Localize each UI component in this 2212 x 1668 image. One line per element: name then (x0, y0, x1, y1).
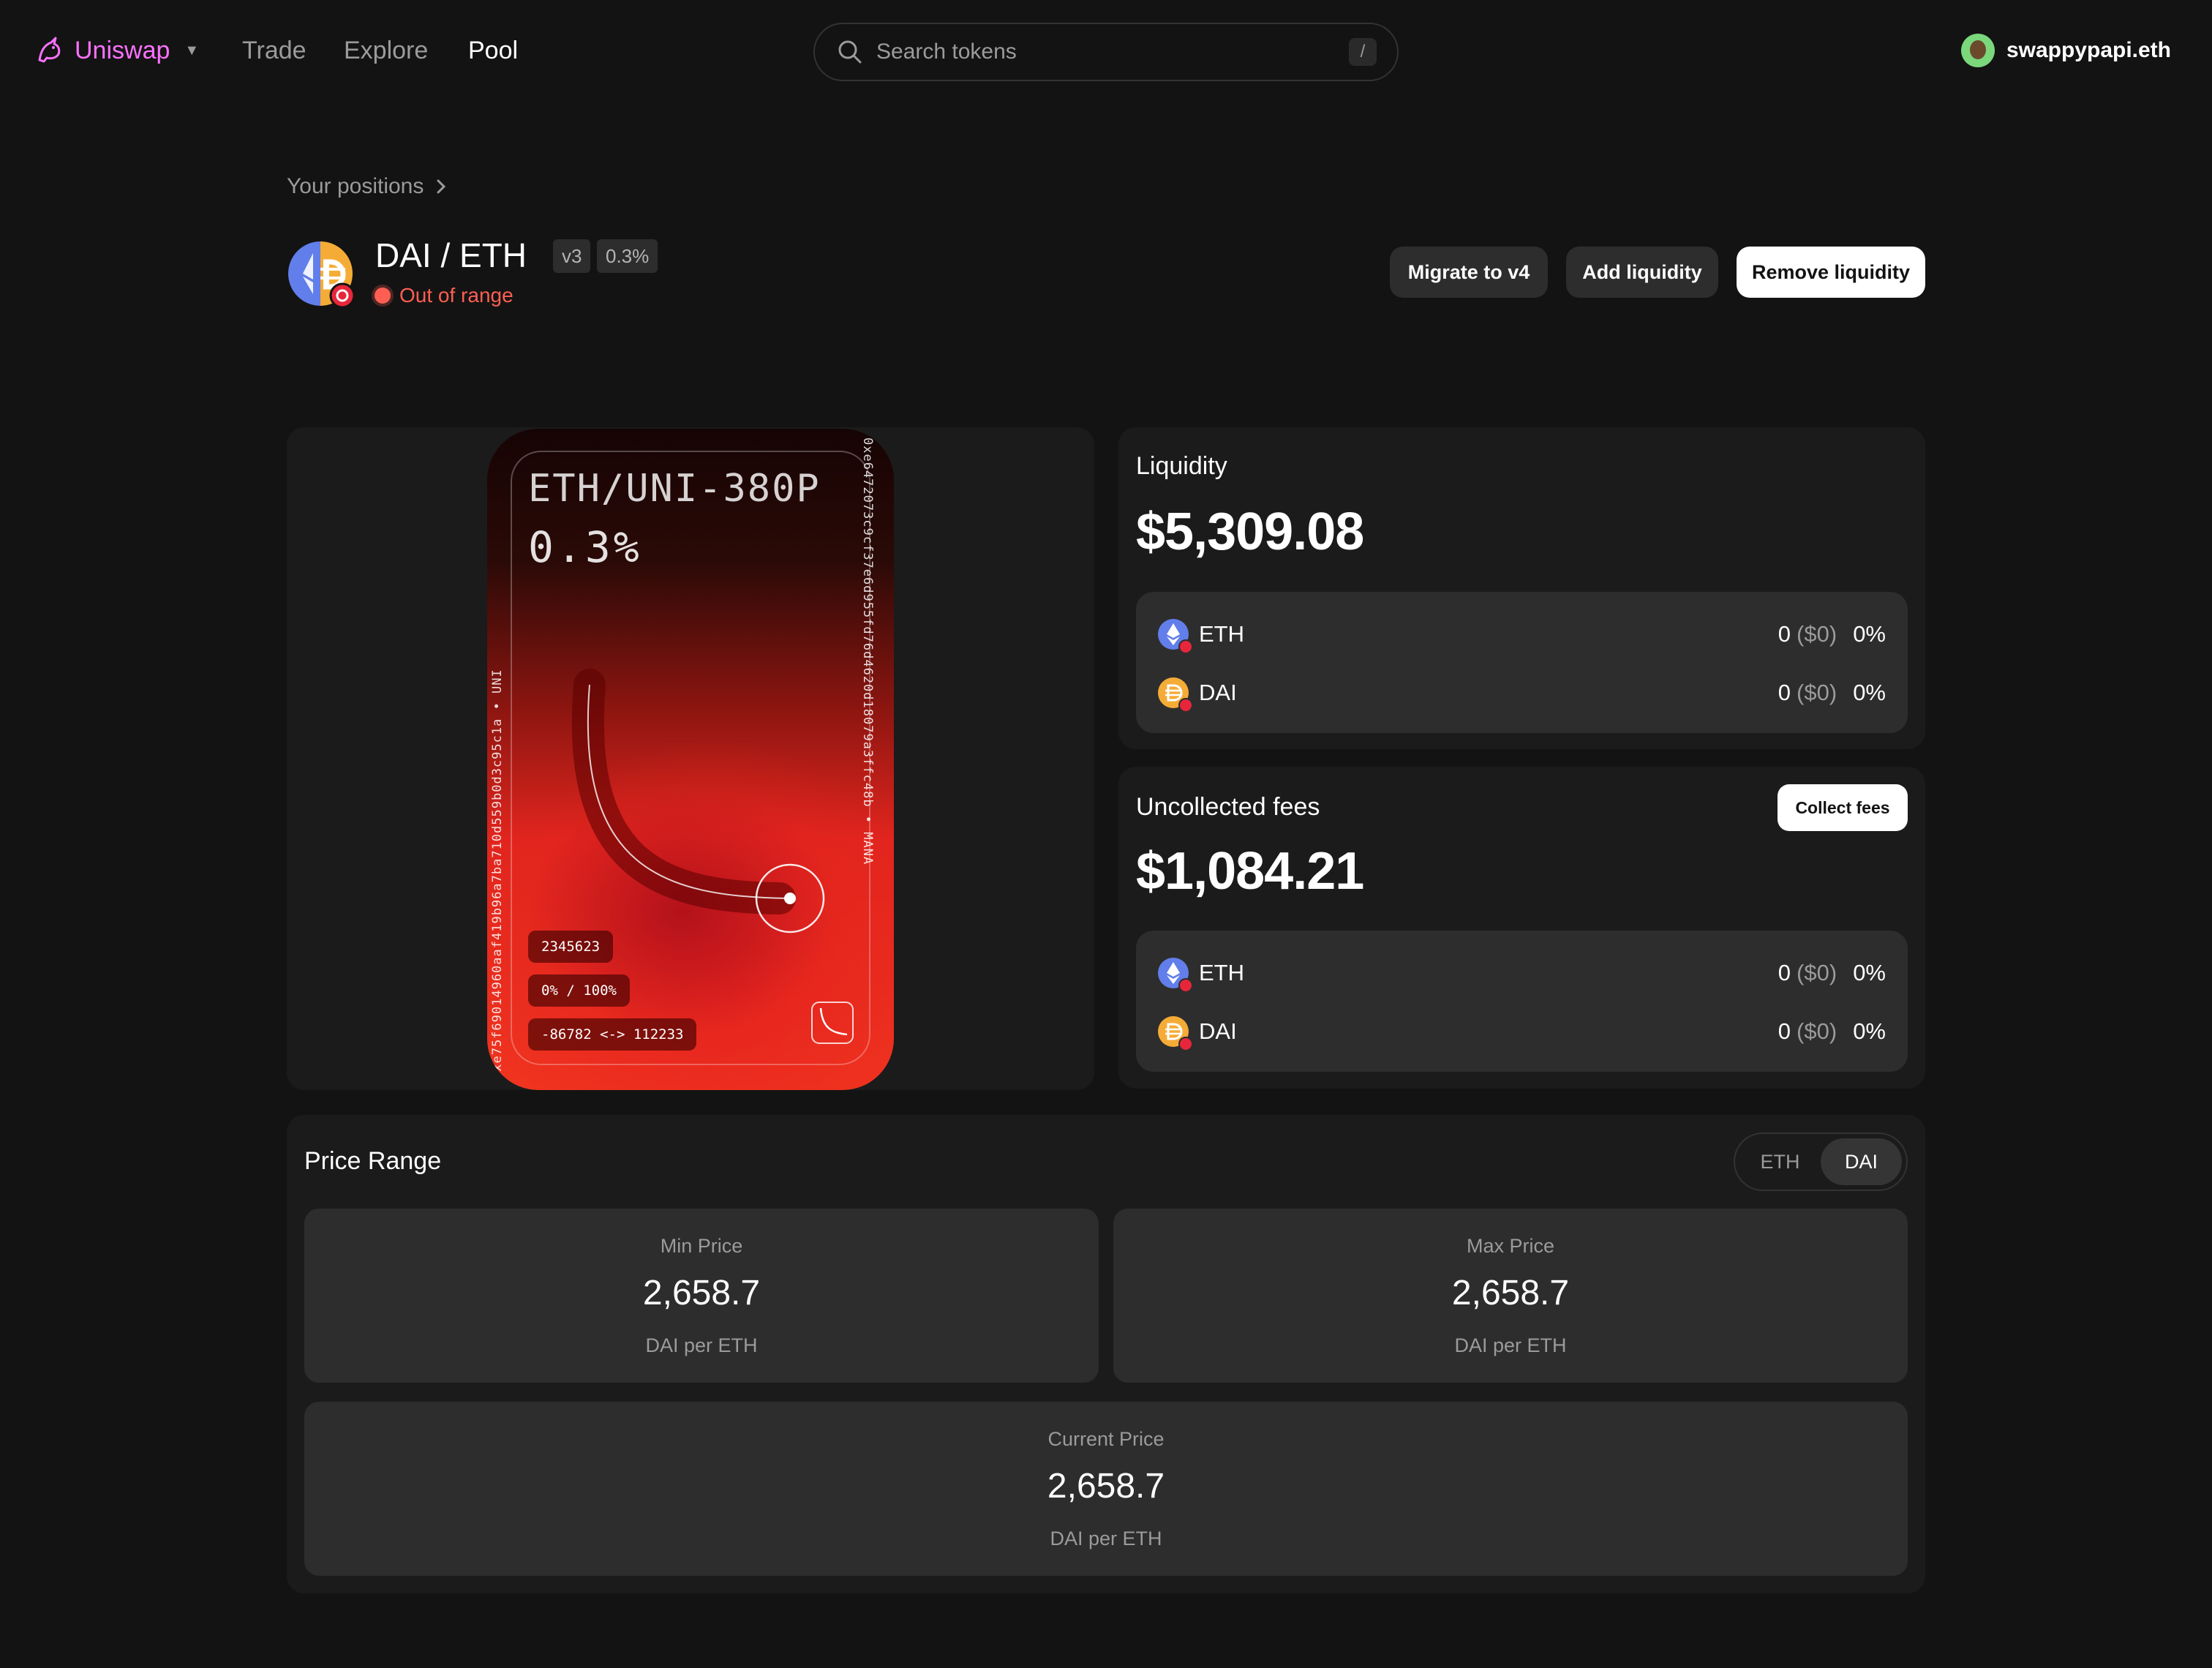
account-button[interactable]: swappypapi.eth (1960, 32, 2171, 69)
liquidity-value: $5,309.08 (1136, 503, 1364, 561)
fees-panel: Uncollected fees Collect fees $1,084.21 … (1118, 767, 1925, 1089)
token-usd: ($0) (1797, 960, 1837, 985)
version-badge: v3 (553, 239, 591, 273)
dai-icon (1158, 677, 1193, 713)
fee-tier-badge: 0.3% (597, 239, 658, 273)
nft-left-edge-text: 0xe75f69014960aaf419b96a7ba710d559b0d3c9… (490, 669, 505, 1080)
account-name: swappypapi.eth (2006, 38, 2171, 62)
toggle-eth[interactable]: ETH (1739, 1138, 1821, 1185)
token-percent: 0% (1853, 621, 1886, 647)
uniswap-unicorn-icon (38, 37, 61, 63)
collect-fees-button[interactable]: Collect fees (1778, 784, 1908, 831)
current-price-card: Current Price 2,658.7 DAI per ETH (304, 1402, 1908, 1576)
current-price-value: 2,658.7 (1047, 1467, 1165, 1506)
min-price-label: Min Price (660, 1235, 743, 1257)
search-input[interactable]: Search tokens (876, 40, 1349, 64)
nav-trade[interactable]: Trade (242, 32, 306, 69)
fees-value: $1,084.21 (1136, 842, 1364, 901)
nft-tick-range: -86782 <-> 112233 (528, 1018, 697, 1051)
eth-icon (1158, 958, 1193, 993)
token-usd: ($0) (1797, 621, 1837, 647)
chevron-right-icon (437, 179, 446, 194)
max-price-value: 2,658.7 (1451, 1274, 1570, 1312)
max-price-label: Max Price (1466, 1235, 1555, 1257)
liquidity-dai-row: DAI 0 ($0) 0% (1158, 675, 1886, 713)
pair-token-logo (288, 241, 354, 307)
token-amount: 0 (1778, 621, 1791, 647)
current-price-label: Current Price (1047, 1428, 1165, 1450)
fees-token-breakdown: ETH 0 ($0) 0% DAI 0 ($0) 0% (1136, 931, 1908, 1072)
nft-right-edge-text: 0xe6472073c9cf37e6d955fd76d4620d18079a3f… (860, 437, 875, 865)
toggle-dai[interactable]: DAI (1821, 1138, 1902, 1185)
token-symbol: DAI (1199, 1018, 1237, 1044)
token-percent: 0% (1853, 680, 1886, 705)
position-nft-card[interactable]: ETH/UNI-380P 0.3% 2345623 0% / 100% -867… (487, 429, 894, 1090)
range-status: Out of range (375, 284, 514, 307)
token-symbol: ETH (1199, 621, 1244, 647)
token-symbol: DAI (1199, 680, 1237, 705)
liquidity-eth-row: ETH 0 ($0) 0% (1158, 616, 1886, 654)
breadcrumb[interactable]: Your positions (287, 174, 447, 199)
token-percent: 0% (1853, 960, 1886, 985)
nav-explore[interactable]: Explore (344, 32, 428, 69)
fees-title: Uncollected fees (1136, 793, 1320, 821)
liquidity-panel: Liquidity $5,309.08 ETH 0 ($0) 0% DAI 0 … (1118, 427, 1925, 749)
search-shortcut-key: / (1349, 38, 1377, 66)
breadcrumb-your-positions[interactable]: Your positions (287, 174, 424, 199)
search-icon (838, 40, 862, 64)
brand-menu[interactable]: Uniswap ▼ (34, 32, 199, 69)
max-price-card: Max Price 2,658.7 DAI per ETH (1113, 1209, 1908, 1383)
current-price-unit: DAI per ETH (1050, 1528, 1162, 1549)
nft-token-id: 2345623 (528, 931, 614, 963)
max-price-unit: DAI per ETH (1454, 1334, 1567, 1356)
price-range-title: Price Range (304, 1147, 442, 1175)
search-bar[interactable]: Search tokens / (813, 23, 1399, 81)
min-price-card: Min Price 2,658.7 DAI per ETH (304, 1209, 1099, 1383)
chevron-down-icon: ▼ (184, 42, 200, 59)
price-denomination-toggle[interactable]: ETH DAI (1734, 1132, 1908, 1191)
eth-icon (1158, 619, 1193, 654)
fees-dai-row: DAI 0 ($0) 0% (1158, 1013, 1886, 1051)
dai-icon (1158, 1016, 1193, 1051)
migrate-button[interactable]: Migrate to v4 (1390, 247, 1548, 298)
brand-name: Uniswap (75, 36, 170, 64)
token-amount: 0 (1778, 960, 1791, 985)
status-dot (375, 288, 391, 304)
token-percent: 0% (1853, 1018, 1886, 1044)
min-price-unit: DAI per ETH (645, 1334, 758, 1356)
nft-range-percent: 0% / 100% (528, 974, 630, 1007)
pair-title: DAI / ETH (375, 236, 527, 274)
avatar (1960, 34, 1995, 67)
token-usd: ($0) (1797, 1018, 1837, 1044)
liquidity-title: Liquidity (1136, 452, 1227, 480)
token-amount: 0 (1778, 680, 1791, 705)
fees-eth-row: ETH 0 ($0) 0% (1158, 955, 1886, 993)
min-price-value: 2,658.7 (642, 1274, 761, 1312)
add-liquidity-button[interactable]: Add liquidity (1566, 247, 1718, 298)
remove-liquidity-button[interactable]: Remove liquidity (1737, 247, 1925, 298)
nav-pool[interactable]: Pool (468, 32, 518, 69)
liquidity-token-breakdown: ETH 0 ($0) 0% DAI 0 ($0) 0% (1136, 592, 1908, 733)
token-usd: ($0) (1797, 680, 1837, 705)
token-symbol: ETH (1199, 960, 1244, 985)
token-amount: 0 (1778, 1018, 1791, 1044)
status-text: Out of range (399, 284, 514, 307)
